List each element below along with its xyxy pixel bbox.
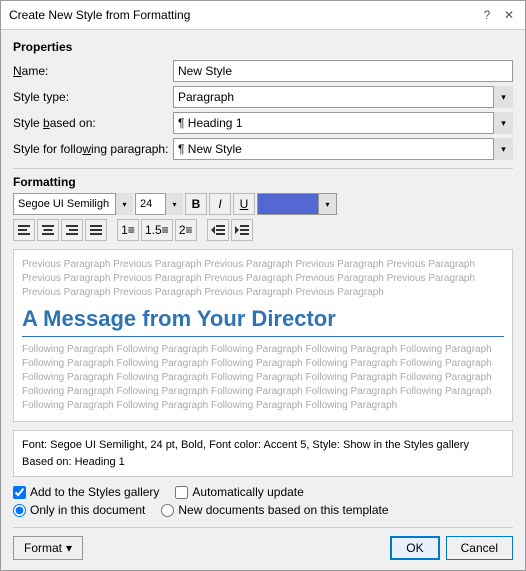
only-doc-label: Only in this document [30,503,145,517]
button-row: Format ▾ OK Cancel [13,527,513,560]
add-to-gallery-label: Add to the Styles gallery [30,485,159,499]
dialog-title: Create New Style from Formatting [9,8,190,22]
align-center-icon [42,225,54,235]
new-docs-radio-item[interactable]: New documents based on this template [161,503,388,517]
style-following-label: Style for following paragraph: [13,142,173,156]
increase-indent-icon [235,225,249,235]
description-text: Font: Segoe UI Semilight, 24 pt, Bold, F… [22,439,469,468]
checkbox-row: Add to the Styles gallery Automatically … [13,485,513,499]
preview-heading: A Message from Your Director [22,306,504,337]
italic-button[interactable]: I [209,193,231,215]
style-following-row: Style for following paragraph: ¶ New Sty… [13,138,513,160]
name-input[interactable] [173,60,513,82]
align-left-icon [18,225,30,235]
line-spacing-15-button[interactable]: 1.5≡ [141,219,173,241]
style-based-select[interactable]: ¶ Heading 1 Normal [173,112,513,134]
style-following-select-wrapper: ¶ New Style Normal ▾ [173,138,513,160]
add-to-gallery-checkbox-item[interactable]: Add to the Styles gallery [13,485,159,499]
format-button-label: Format [24,541,62,555]
align-right-button[interactable] [61,219,83,241]
properties-section: Properties Name: Style type: Paragraph C… [13,40,513,160]
style-type-select[interactable]: Paragraph Character Table List [173,86,513,108]
style-based-select-wrapper: ¶ Heading 1 Normal ▾ [173,112,513,134]
style-type-label: Style type: [13,90,173,104]
create-style-dialog: Create New Style from Formatting ? ✕ Pro… [0,0,526,571]
help-button[interactable]: ? [479,7,495,23]
new-docs-radio[interactable] [161,504,174,517]
add-to-gallery-checkbox[interactable] [13,486,26,499]
alignment-toolbar-row: 1≡ 1.5≡ 2≡ [13,219,513,241]
align-center-button[interactable] [37,219,59,241]
decrease-indent-button[interactable] [207,219,229,241]
ok-button[interactable]: OK [390,536,439,560]
increase-indent-button[interactable] [231,219,253,241]
title-bar: Create New Style from Formatting ? ✕ [1,1,525,30]
font-size-select[interactable]: 24 12 14 18 [135,193,183,215]
line-spacing-2-button[interactable]: 2≡ [175,219,197,241]
align-right-icon [66,225,78,235]
font-color-arrow-icon: ▾ [318,194,336,214]
bold-button[interactable]: B [185,193,207,215]
preview-box: Previous Paragraph Previous Paragraph Pr… [13,249,513,422]
font-name-wrapper: Segoe UI Semiligh ▾ [13,193,133,215]
formatting-section: Formatting Segoe UI Semiligh ▾ 24 12 14 … [13,175,513,241]
preview-previous-text: Previous Paragraph Previous Paragraph Pr… [22,258,504,300]
name-label: Name: [13,64,173,78]
radio-row: Only in this document New documents base… [13,503,513,517]
auto-update-checkbox-item[interactable]: Automatically update [175,485,303,499]
cancel-button[interactable]: Cancel [446,536,513,560]
dialog-body: Properties Name: Style type: Paragraph C… [1,30,525,570]
formatting-label: Formatting [13,175,513,189]
font-name-select[interactable]: Segoe UI Semiligh [13,193,133,215]
divider-1 [13,168,513,169]
close-button[interactable]: ✕ [501,7,517,23]
style-based-label: Style based on: [13,116,173,130]
only-doc-radio[interactable] [13,504,26,517]
underline-button[interactable]: U [233,193,255,215]
preview-following-text: Following Paragraph Following Paragraph … [22,343,504,413]
format-button[interactable]: Format ▾ [13,536,83,560]
format-button-arrow-icon: ▾ [66,541,72,555]
description-box: Font: Segoe UI Semilight, 24 pt, Bold, F… [13,430,513,477]
font-color-swatch [258,194,318,214]
properties-label: Properties [13,40,513,54]
title-bar-controls: ? ✕ [479,7,517,23]
font-color-button[interactable]: ▾ [257,193,337,215]
style-type-row: Style type: Paragraph Character Table Li… [13,86,513,108]
name-row: Name: [13,60,513,82]
justify-icon [90,225,102,235]
font-toolbar-row: Segoe UI Semiligh ▾ 24 12 14 18 ▾ B I U [13,193,513,215]
new-docs-label: New documents based on this template [178,503,388,517]
decrease-indent-icon [211,225,225,235]
line-spacing-1-button[interactable]: 1≡ [117,219,139,241]
only-doc-radio-item[interactable]: Only in this document [13,503,145,517]
justify-button[interactable] [85,219,107,241]
style-based-row: Style based on: ¶ Heading 1 Normal ▾ [13,112,513,134]
font-size-wrapper: 24 12 14 18 ▾ [135,193,183,215]
right-buttons: OK Cancel [390,536,513,560]
style-following-select[interactable]: ¶ New Style Normal [173,138,513,160]
align-left-button[interactable] [13,219,35,241]
auto-update-label: Automatically update [192,485,303,499]
auto-update-checkbox[interactable] [175,486,188,499]
style-type-select-wrapper: Paragraph Character Table List ▾ [173,86,513,108]
